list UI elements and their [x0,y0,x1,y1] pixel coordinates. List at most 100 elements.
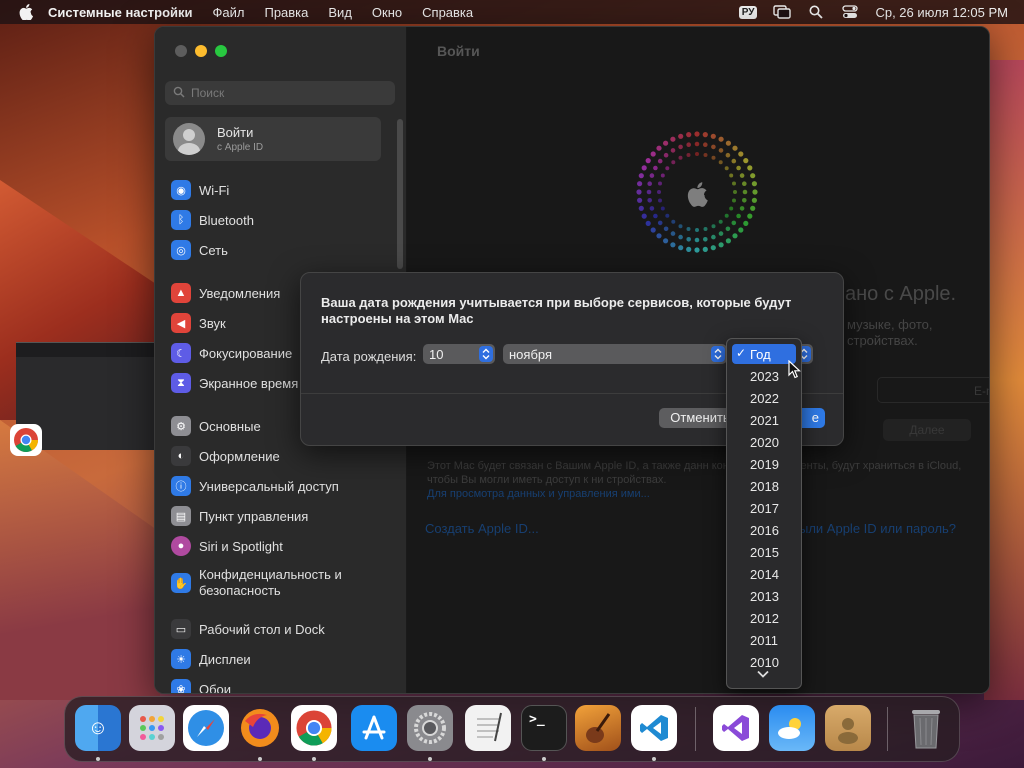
sidebar-scrollbar[interactable] [397,119,403,269]
vscode-icon[interactable] [631,705,677,751]
year-option[interactable]: 2023 [732,366,796,386]
firefox-icon[interactable] [237,705,283,751]
year-option[interactable]: 2012 [732,608,796,628]
chrome-icon[interactable] [291,705,337,751]
dock-icon: ▭ [171,619,191,639]
year-option[interactable]: 2016 [732,520,796,540]
menu-bar-clock[interactable]: Ср, 26 июля 12:05 PM [875,5,1008,20]
safari-icon[interactable] [183,705,229,751]
close-window-button[interactable] [175,45,187,57]
sidebar-item-label: Обои [199,681,232,694]
hourglass-icon: ⧗ [171,373,191,393]
terminal-icon[interactable]: >_ [521,705,567,751]
sidebar-item-label: Универсальный доступ [199,478,339,494]
sidebar-item-label: Сеть [199,242,228,258]
sidebar-item-appearance[interactable]: ◐ Оформление [171,445,391,467]
sidebar-item-label: Wi-Fi [199,182,230,198]
year-option[interactable]: 2021 [732,410,796,430]
account-subtitle: с Apple ID [217,142,264,153]
sidebar-item-control-center[interactable]: ▤ Пункт управления [171,505,391,527]
sidebar-item-label: Siri и Spotlight [199,538,283,554]
year-option-selected[interactable]: ✓ Год [732,344,796,364]
zoom-window-button[interactable] [215,45,227,57]
chrome-icon[interactable] [10,424,42,456]
scroll-down-arrow-icon[interactable] [757,670,769,681]
search-placeholder: Поиск [191,86,225,100]
control-center-icon: ▤ [171,506,191,526]
sidebar-search-input[interactable]: Поиск [165,81,395,105]
trash-icon[interactable] [903,705,949,751]
textedit-icon[interactable] [465,705,511,751]
wallpaper-icon: ❀ [171,679,191,693]
running-indicator [652,757,656,761]
year-option[interactable]: 2015 [732,542,796,562]
month-value: ноября [509,346,553,362]
day-popup-button[interactable]: 10 [423,344,495,364]
sidebar-item-wallpaper[interactable]: ❀ Обои [171,678,391,694]
launchpad-icon[interactable] [129,705,175,751]
finder-icon[interactable]: ☺ [75,705,121,751]
dialog-message: Ваша дата рождения учитывается при выбор… [321,295,792,326]
sidebar-item-privacy[interactable]: ✋ Конфиденциальность и безопасность [171,565,391,601]
minimize-window-button[interactable] [195,45,207,57]
menu-help[interactable]: Справка [422,5,473,20]
wifi-icon: ◉ [171,180,191,200]
window-controls [175,45,227,57]
avatar [173,123,205,155]
menu-bar: Системные настройки Файл Правка Вид Окно… [0,0,1024,24]
menu-view[interactable]: Вид [328,5,352,20]
weather-icon[interactable] [769,705,815,751]
year-option[interactable]: 2017 [732,498,796,518]
year-option[interactable]: 2010 [732,652,796,672]
chevron-up-down-icon [711,346,725,362]
year-option[interactable]: 2018 [732,476,796,496]
system-settings-icon[interactable] [407,705,453,751]
sidebar-item-wifi[interactable]: ◉ Wi-Fi [171,179,391,201]
dock-separator [695,707,696,751]
wallpaper-dune-bottom [0,420,160,700]
checkmark-icon: ✓ [736,346,747,360]
appearance-icon: ◐ [171,446,191,466]
spotlight-search-icon[interactable] [807,5,825,19]
sidebar-item-bluetooth[interactable]: ᛒ Bluetooth [171,209,391,231]
sidebar-item-label: Пункт управления [199,508,309,524]
control-center-icon[interactable] [841,5,859,19]
apple-menu-icon[interactable] [18,4,34,20]
chevron-up-down-icon [479,346,493,362]
bluetooth-icon: ᛒ [171,210,191,230]
screen-mirroring-icon[interactable] [773,5,792,19]
year-option[interactable]: 2019 [732,454,796,474]
garageband-icon[interactable] [575,705,621,751]
sidebar-item-displays[interactable]: ☀ Дисплеи [171,648,391,670]
sidebar-item-label: Фокусирование [199,345,293,361]
year-option[interactable]: 2013 [732,586,796,606]
gear-icon: ⚙ [171,416,191,436]
sidebar-item-accessibility[interactable]: ⓘ Универсальный доступ [171,475,391,497]
sidebar-item-label: Конфиденциальность и безопасность [199,567,342,598]
wallpaper-right-edge [984,60,1024,700]
sidebar-item-desktop-dock[interactable]: ▭ Рабочий стол и Dock [171,618,391,640]
menu-window[interactable]: Окно [372,5,402,20]
year-option[interactable]: 2020 [732,432,796,452]
account-title: Войти [217,125,254,140]
sidebar-item-label: Bluetooth [199,212,254,228]
year-option[interactable]: 2011 [732,630,796,650]
app-store-icon[interactable] [351,705,397,751]
day-value: 10 [429,346,444,362]
contacts-icon[interactable] [825,705,871,751]
running-indicator [312,757,316,761]
sidebar-item-network[interactable]: ◎ Сеть [171,239,391,261]
month-popup-button[interactable]: ноября [503,344,727,364]
menu-file[interactable]: Файл [213,5,245,20]
sidebar-item-sign-in[interactable]: Войти с Apple ID [165,117,381,161]
app-name-menu[interactable]: Системные настройки [48,5,193,20]
year-option[interactable]: 2014 [732,564,796,584]
year-option[interactable]: 2022 [732,388,796,408]
visual-studio-icon[interactable] [713,705,759,751]
sidebar-item-label: Дисплеи [199,651,251,667]
input-source-badge[interactable]: РУ [738,5,758,19]
siri-icon: ● [171,536,191,556]
menu-edit[interactable]: Правка [264,5,308,20]
sidebar-item-siri-spotlight[interactable]: ● Siri и Spotlight [171,535,391,557]
sidebar-item-label: Рабочий стол и Dock [199,621,325,637]
